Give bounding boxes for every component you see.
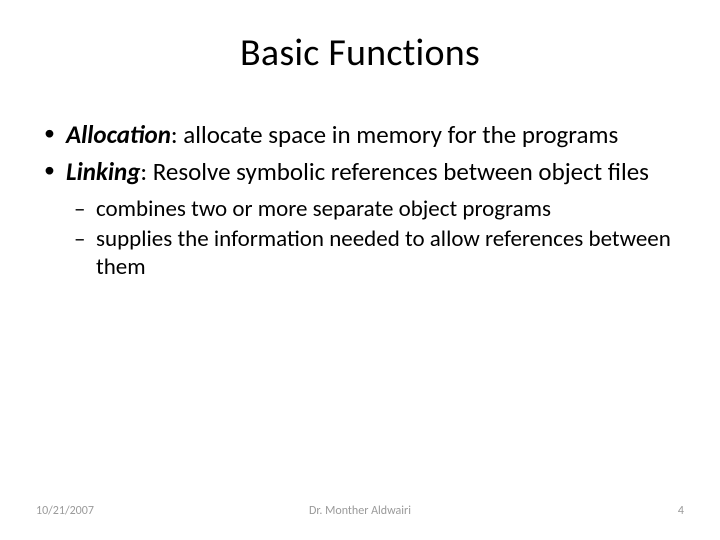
slide-footer: 10/21/2007 Dr. Monther Aldwairi 4	[0, 504, 720, 518]
sub-bullet-item: combines two or more separate object pro…	[66, 195, 684, 223]
bullet-item: Linking: Resolve symbolic references bet…	[36, 157, 684, 282]
bullet-text: : allocate space in memory for the progr…	[171, 119, 618, 150]
footer-author: Dr. Monther Aldwairi	[309, 504, 411, 518]
footer-page-number: 4	[678, 504, 684, 518]
bullet-term: Allocation	[66, 119, 171, 150]
slide-title: Basic Functions	[36, 30, 684, 76]
bullet-list: Allocation: allocate space in memory for…	[36, 120, 684, 281]
sub-bullet-list: combines two or more separate object pro…	[66, 195, 684, 281]
footer-date: 10/21/2007	[36, 504, 94, 518]
slide: Basic Functions Allocation: allocate spa…	[0, 0, 720, 540]
bullet-text: : Resolve symbolic references between ob…	[140, 156, 648, 187]
sub-bullet-item: supplies the information needed to allow…	[66, 225, 684, 281]
bullet-term: Linking	[66, 156, 140, 187]
bullet-item: Allocation: allocate space in memory for…	[36, 120, 684, 151]
slide-content: Allocation: allocate space in memory for…	[36, 120, 684, 281]
